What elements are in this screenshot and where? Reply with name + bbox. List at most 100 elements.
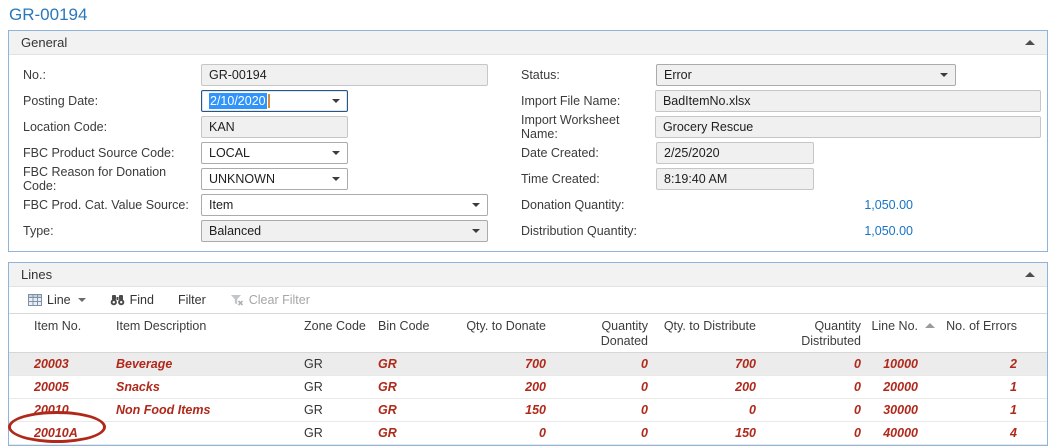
fbc-reason-donation-combobox[interactable]: UNKNOWN: [201, 168, 348, 190]
col-header-zone-code[interactable]: Zone Code: [296, 314, 370, 352]
table-row[interactable]: 20010A GR GR 0 0 150 0 40000 4: [9, 421, 1047, 444]
table-row[interactable]: 20010 Non Food Items GR GR 150 0 0 0 300…: [9, 398, 1047, 421]
form-row: Import Worksheet Name: Grocery Rescue: [521, 114, 1041, 140]
type-value: Balanced: [209, 224, 261, 238]
cell-no-of-errors[interactable]: 1: [941, 398, 1047, 421]
cell-item-description[interactable]: Beverage: [108, 352, 296, 375]
cell-item-description[interactable]: Snacks: [108, 375, 296, 398]
filter-label: Filter: [178, 293, 206, 307]
col-header-qty-to-distribute[interactable]: Qty. to Distribute: [653, 314, 761, 352]
cell-quantity-donated[interactable]: 0: [551, 398, 653, 421]
col-header-line-no[interactable]: Line No.: [866, 314, 941, 352]
find-button[interactable]: Find: [103, 290, 161, 310]
cell-quantity-distributed[interactable]: 0: [761, 398, 866, 421]
status-combobox[interactable]: Error: [656, 64, 956, 86]
cell-item-no[interactable]: 20003: [9, 352, 108, 375]
dropdown-arrow-icon[interactable]: [332, 177, 340, 181]
no-field: GR-00194: [201, 64, 488, 86]
type-combobox[interactable]: Balanced: [201, 220, 488, 242]
lines-header[interactable]: Lines: [9, 263, 1047, 287]
posting-date-combobox[interactable]: 2/10/2020: [201, 90, 348, 112]
posting-date-selected-text: 2/10/2020: [209, 93, 267, 109]
cell-item-description[interactable]: Non Food Items: [108, 398, 296, 421]
col-header-quantity-distributed[interactable]: Quantity Distributed: [761, 314, 866, 352]
date-created-field: 2/25/2020: [656, 142, 814, 164]
cell-bin-code[interactable]: GR: [370, 398, 456, 421]
line-no-header-label: Line No.: [871, 319, 918, 333]
col-header-item-description[interactable]: Item Description: [108, 314, 296, 352]
cell-qty-to-donate[interactable]: 150: [456, 398, 551, 421]
general-section: General No.: GR-00194 Posting Date: 2/10…: [8, 30, 1048, 252]
cell-item-no[interactable]: 20005: [9, 375, 108, 398]
cell-no-of-errors[interactable]: 2: [941, 352, 1047, 375]
location-code-field: KAN: [201, 116, 348, 138]
col-header-no-of-errors[interactable]: No. of Errors: [941, 314, 1047, 352]
cell-item-description[interactable]: [108, 421, 296, 444]
line-menu-label: Line: [47, 293, 71, 307]
cell-quantity-donated[interactable]: 0: [551, 352, 653, 375]
cell-zone-code[interactable]: GR: [296, 352, 370, 375]
cell-item-no[interactable]: 20010A: [9, 421, 108, 444]
dropdown-arrow-icon[interactable]: [940, 73, 948, 77]
dropdown-arrow-icon[interactable]: [332, 151, 340, 155]
cell-quantity-donated[interactable]: 0: [551, 375, 653, 398]
cell-bin-code[interactable]: GR: [370, 375, 456, 398]
fbc-product-source-combobox[interactable]: LOCAL: [201, 142, 348, 164]
general-right-column: Status: Error Import File Name: BadItemN…: [521, 62, 1041, 244]
cell-qty-to-donate[interactable]: 700: [456, 352, 551, 375]
cell-line-no[interactable]: 40000: [866, 421, 941, 444]
donation-quantity-link[interactable]: 1,050.00: [656, 198, 913, 212]
donation-quantity-label: Donation Quantity:: [521, 198, 656, 212]
import-worksheet-name-field: Grocery Rescue: [655, 116, 1041, 138]
table-row[interactable]: 20005 Snacks GR GR 200 0 200 0 20000 1: [9, 375, 1047, 398]
cell-zone-code[interactable]: GR: [296, 398, 370, 421]
col-header-qty-to-donate[interactable]: Qty. to Donate: [456, 314, 551, 352]
form-row: FBC Prod. Cat. Value Source: Item: [23, 192, 521, 218]
form-row: Date Created: 2/25/2020: [521, 140, 1041, 166]
cell-qty-to-donate[interactable]: 0: [456, 421, 551, 444]
cell-no-of-errors[interactable]: 1: [941, 375, 1047, 398]
collapse-up-icon[interactable]: [1025, 40, 1035, 45]
general-body: No.: GR-00194 Posting Date: 2/10/2020 Lo…: [9, 55, 1047, 244]
col-header-item-no[interactable]: Item No.: [9, 314, 108, 352]
dropdown-arrow-icon[interactable]: [472, 203, 480, 207]
cell-quantity-donated[interactable]: 0: [551, 421, 653, 444]
filter-button[interactable]: Filter: [171, 290, 213, 310]
table-row[interactable]: 20003 Beverage GR GR 700 0 700 0 10000 2: [9, 352, 1047, 375]
cell-item-no[interactable]: 20010: [9, 398, 108, 421]
cell-line-no[interactable]: 20000: [866, 375, 941, 398]
cell-quantity-distributed[interactable]: 0: [761, 421, 866, 444]
cell-no-of-errors[interactable]: 4: [941, 421, 1047, 444]
cell-quantity-distributed[interactable]: 0: [761, 375, 866, 398]
form-row: Status: Error: [521, 62, 1041, 88]
form-row: Distribution Quantity: 1,050.00: [521, 218, 1041, 244]
cell-line-no[interactable]: 30000: [866, 398, 941, 421]
col-header-quantity-donated[interactable]: Quantity Donated: [551, 314, 653, 352]
distribution-quantity-link[interactable]: 1,050.00: [656, 224, 913, 238]
cell-qty-to-distribute[interactable]: 0: [653, 398, 761, 421]
clear-filter-button[interactable]: Clear Filter: [223, 290, 317, 310]
cell-qty-to-distribute[interactable]: 150: [653, 421, 761, 444]
cell-zone-code[interactable]: GR: [296, 375, 370, 398]
cell-qty-to-distribute[interactable]: 200: [653, 375, 761, 398]
cell-quantity-distributed[interactable]: 0: [761, 352, 866, 375]
dropdown-arrow-icon[interactable]: [472, 229, 480, 233]
time-created-field: 8:19:40 AM: [656, 168, 814, 190]
cell-bin-code[interactable]: GR: [370, 421, 456, 444]
table-header-row: Item No. Item Description Zone Code Bin …: [9, 314, 1047, 352]
general-header-label: General: [21, 35, 67, 50]
general-header[interactable]: General: [9, 31, 1047, 55]
line-menu-button[interactable]: Line: [21, 290, 93, 310]
import-worksheet-name-value: Grocery Rescue: [663, 120, 753, 134]
cell-line-no[interactable]: 10000: [866, 352, 941, 375]
location-code-label: Location Code:: [23, 120, 201, 134]
fbc-prod-cat-value-source-combobox[interactable]: Item: [201, 194, 488, 216]
cell-bin-code[interactable]: GR: [370, 352, 456, 375]
col-header-bin-code[interactable]: Bin Code: [370, 314, 456, 352]
cell-zone-code[interactable]: GR: [296, 421, 370, 444]
collapse-up-icon[interactable]: [1025, 272, 1035, 277]
cell-qty-to-donate[interactable]: 200: [456, 375, 551, 398]
dropdown-arrow-icon[interactable]: [332, 99, 340, 103]
fbc-prod-cat-source-value: Item: [209, 198, 233, 212]
cell-qty-to-distribute[interactable]: 700: [653, 352, 761, 375]
